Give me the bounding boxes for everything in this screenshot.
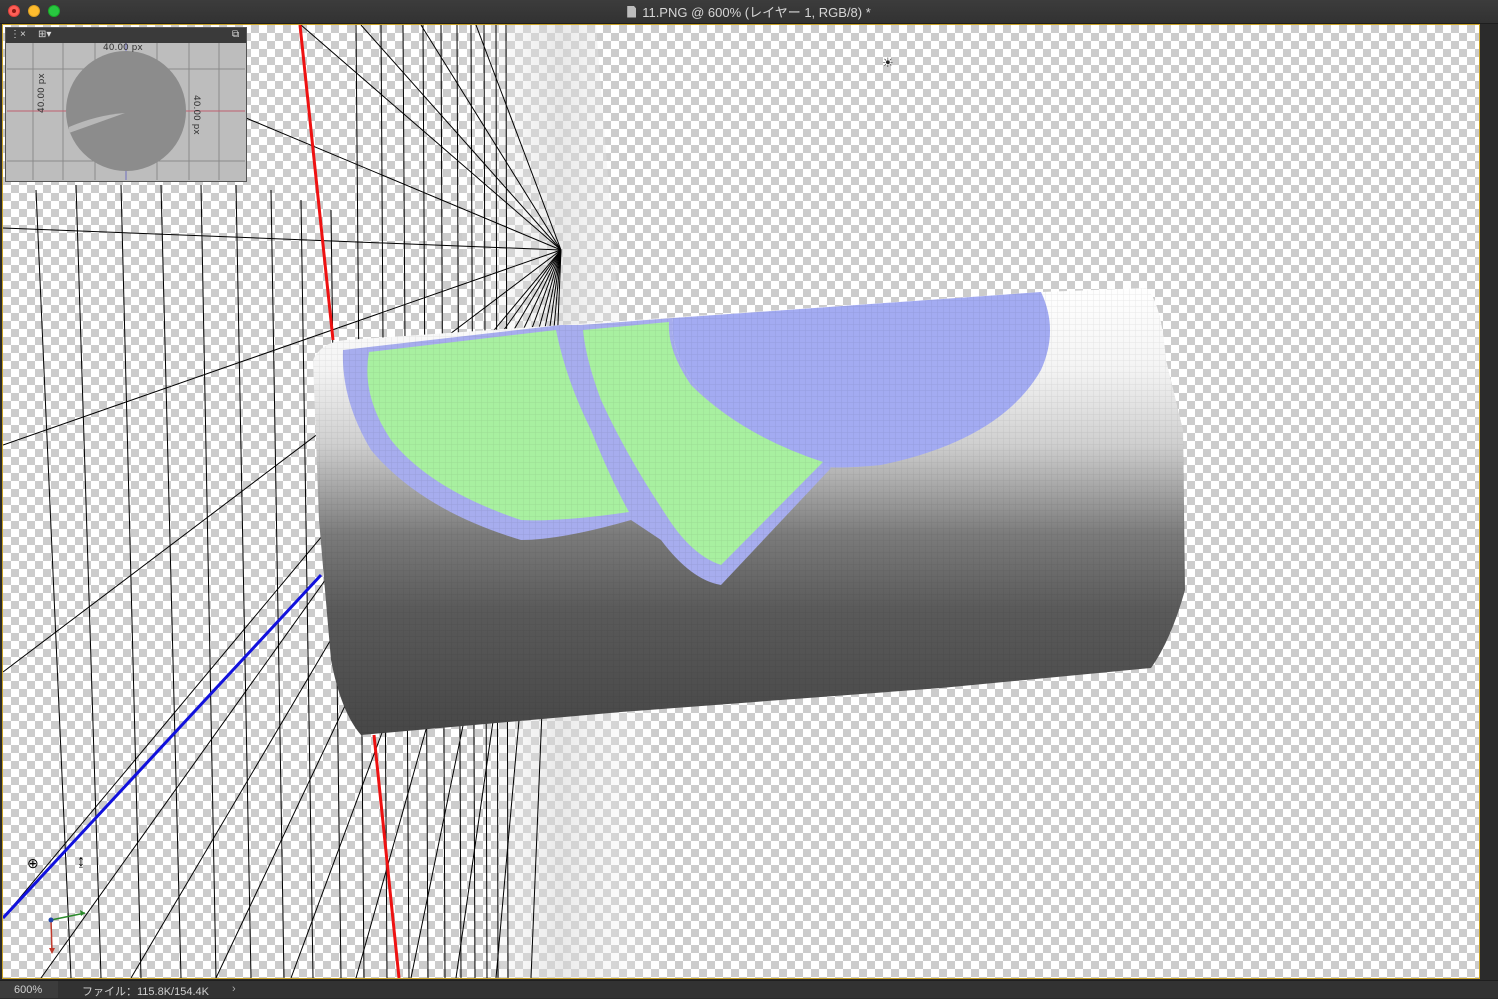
view-menu-icon[interactable]: ⊞▾ bbox=[38, 29, 51, 40]
left-dimension-label: 40.00 px bbox=[37, 73, 47, 113]
panel-grip-icon[interactable]: ⋮× bbox=[10, 29, 26, 40]
window-title: 11.PNG @ 600% (レイヤー 1, RGB/8) * bbox=[642, 5, 871, 20]
3d-secondary-view[interactable]: ⋮× ⊞▾ ⧉ 40.00 px 40.00 px 40.00 px bbox=[5, 27, 247, 182]
top-dimension-label: 40.00 px bbox=[103, 43, 143, 53]
canvas-right-gutter bbox=[1480, 24, 1498, 979]
status-menu-arrow[interactable]: › bbox=[232, 983, 236, 995]
mini-view-canvas[interactable]: 40.00 px 40.00 px 40.00 px bbox=[7, 43, 245, 180]
zoom-field[interactable]: 600% bbox=[0, 981, 58, 998]
document-icon bbox=[627, 5, 637, 18]
x-axis-line bbox=[298, 25, 335, 341]
3d-widget-icon[interactable]: ⊕ bbox=[27, 855, 39, 872]
y-axis-line bbox=[3, 573, 323, 920]
cursor-icon: ↨ bbox=[77, 853, 85, 870]
right-dimension-label: 40.00 px bbox=[191, 95, 201, 135]
title-bar: 11.PNG @ 600% (レイヤー 1, RGB/8) * bbox=[0, 0, 1498, 24]
mini-panel-header: ⋮× ⊞▾ ⧉ bbox=[6, 28, 246, 43]
light-source-icon[interactable]: ☀ bbox=[882, 55, 894, 71]
file-size-info[interactable]: ファイル：115.8K/154.4K bbox=[82, 983, 209, 999]
status-bar: 600% ファイル：115.8K/154.4K › bbox=[0, 980, 1498, 998]
swap-view-icon[interactable]: ⧉ bbox=[232, 29, 239, 40]
3d-axis-widget[interactable] bbox=[48, 910, 86, 954]
zoom-value: 600% bbox=[14, 983, 43, 996]
